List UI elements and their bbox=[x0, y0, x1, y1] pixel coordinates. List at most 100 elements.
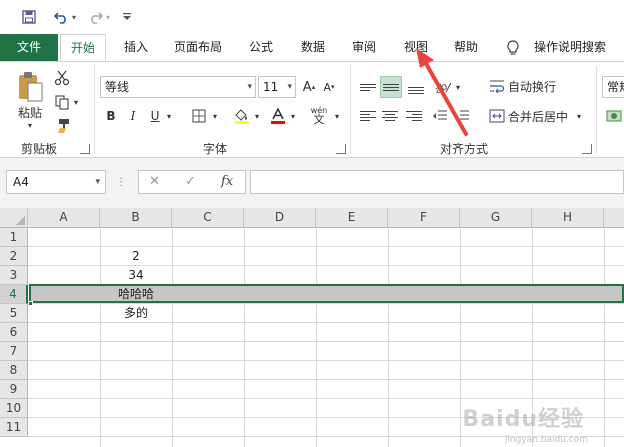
tab-view[interactable]: 视图 bbox=[395, 34, 437, 62]
wrap-text-button[interactable]: 自动换行 bbox=[508, 76, 560, 96]
align-bottom-icon[interactable] bbox=[406, 76, 426, 98]
row-header-8[interactable]: 8 bbox=[0, 361, 28, 380]
undo-dropdown-icon[interactable]: ▾ bbox=[70, 8, 78, 26]
save-icon[interactable] bbox=[20, 8, 38, 26]
borders-dropdown-icon[interactable]: ▾ bbox=[210, 107, 220, 125]
clipboard-launcher-icon[interactable] bbox=[80, 144, 90, 154]
italic-button[interactable]: I bbox=[124, 107, 142, 125]
formula-buttons: ✕ ✓ fx bbox=[138, 170, 246, 194]
tab-data[interactable]: 数据 bbox=[292, 34, 334, 62]
fill-color-icon[interactable] bbox=[232, 106, 252, 126]
paste-dropdown-icon[interactable]: ▾ bbox=[24, 120, 36, 130]
column-header-partial[interactable] bbox=[604, 208, 624, 228]
format-painter-icon[interactable] bbox=[52, 116, 72, 136]
tell-me-search[interactable]: 操作说明搜索 bbox=[528, 34, 612, 62]
column-header-e[interactable]: E bbox=[316, 208, 388, 228]
gridline bbox=[460, 228, 461, 447]
formula-input[interactable] bbox=[250, 170, 624, 194]
phonetic-dropdown-icon[interactable]: ▾ bbox=[332, 107, 342, 125]
merge-center-icon[interactable] bbox=[488, 106, 506, 126]
tab-file[interactable]: 文件 bbox=[0, 34, 58, 62]
tab-review[interactable]: 审阅 bbox=[343, 34, 385, 62]
redo-icon[interactable] bbox=[86, 8, 104, 26]
select-all-corner[interactable] bbox=[0, 208, 28, 228]
cell-b2[interactable]: 2 bbox=[100, 247, 172, 266]
orientation-dropdown-icon[interactable]: ▾ bbox=[454, 80, 462, 94]
column-header-a[interactable]: A bbox=[28, 208, 100, 228]
name-box[interactable]: A4 ▾ bbox=[6, 170, 106, 194]
row-header-9[interactable]: 9 bbox=[0, 380, 28, 399]
row-header-1[interactable]: 1 bbox=[0, 228, 28, 247]
underline-button[interactable]: U bbox=[146, 107, 164, 125]
group-separator bbox=[94, 66, 95, 154]
tab-home[interactable]: 开始 bbox=[60, 34, 106, 63]
group-separator bbox=[596, 66, 597, 154]
column-header-h[interactable]: H bbox=[532, 208, 604, 228]
merge-center-button[interactable]: 合并后居中 bbox=[508, 106, 572, 126]
cell-b5[interactable]: 多的 bbox=[100, 304, 172, 323]
copy-icon[interactable] bbox=[52, 92, 72, 112]
tab-page-layout[interactable]: 页面布局 bbox=[168, 34, 228, 62]
align-middle-icon[interactable] bbox=[380, 76, 402, 98]
lightbulb-icon[interactable] bbox=[504, 34, 522, 62]
bold-button[interactable]: B bbox=[102, 107, 120, 125]
font-launcher-icon[interactable] bbox=[336, 144, 346, 154]
paste-icon[interactable] bbox=[14, 70, 46, 104]
alignment-launcher-icon[interactable] bbox=[582, 144, 592, 154]
enter-icon[interactable]: ✓ bbox=[185, 174, 196, 189]
row-header-5[interactable]: 5 bbox=[0, 304, 28, 323]
row-header-11[interactable]: 11 bbox=[0, 418, 28, 437]
fill-color-dropdown-icon[interactable]: ▾ bbox=[252, 107, 262, 125]
align-top-icon[interactable] bbox=[358, 76, 378, 98]
font-size-combo[interactable]: 11 ▾ bbox=[258, 76, 296, 98]
tab-help[interactable]: 帮助 bbox=[445, 34, 487, 62]
increase-font-icon[interactable]: A ▴ bbox=[300, 78, 318, 96]
wrap-text-icon[interactable] bbox=[488, 76, 506, 96]
phonetic-guide-icon[interactable]: wén 文 bbox=[306, 104, 332, 126]
customize-toolbar-icon[interactable] bbox=[122, 8, 132, 26]
row-header-7[interactable]: 7 bbox=[0, 342, 28, 361]
row-header-4[interactable]: 4 bbox=[0, 285, 28, 304]
more-options-icon[interactable]: ⋮ bbox=[116, 174, 126, 190]
copy-dropdown-icon[interactable]: ▾ bbox=[72, 96, 80, 108]
paste-button[interactable]: 粘贴 bbox=[12, 104, 48, 120]
cut-icon[interactable] bbox=[52, 68, 72, 88]
increase-indent-icon[interactable] bbox=[452, 106, 472, 126]
align-center-icon[interactable] bbox=[380, 106, 400, 126]
font-name-dropdown-icon[interactable]: ▾ bbox=[247, 77, 252, 97]
accounting-format-icon[interactable] bbox=[604, 106, 624, 126]
row-header-6[interactable]: 6 bbox=[0, 323, 28, 342]
decrease-font-icon[interactable]: A ▾ bbox=[320, 78, 338, 96]
row-header-2[interactable]: 2 bbox=[0, 247, 28, 266]
font-size-dropdown-icon[interactable]: ▾ bbox=[287, 77, 292, 97]
borders-icon[interactable] bbox=[190, 107, 208, 125]
orientation-icon[interactable]: ab bbox=[432, 76, 454, 98]
font-color-dropdown-icon[interactable]: ▾ bbox=[288, 107, 298, 125]
decrease-indent-icon[interactable] bbox=[430, 106, 450, 126]
name-box-dropdown-icon[interactable]: ▾ bbox=[95, 171, 100, 193]
insert-function-button[interactable]: fx bbox=[221, 174, 233, 189]
cell-b3[interactable]: 34 bbox=[100, 266, 172, 285]
row-header-10[interactable]: 10 bbox=[0, 399, 28, 418]
fill-handle[interactable] bbox=[28, 301, 33, 306]
align-right-icon[interactable] bbox=[404, 106, 424, 126]
merge-center-dropdown-icon[interactable]: ▾ bbox=[574, 106, 584, 126]
cancel-icon[interactable]: ✕ bbox=[149, 174, 160, 189]
align-left-icon[interactable] bbox=[358, 106, 378, 126]
column-header-f[interactable]: F bbox=[388, 208, 460, 228]
underline-dropdown-icon[interactable]: ▾ bbox=[164, 107, 174, 125]
undo-icon[interactable] bbox=[52, 8, 70, 26]
tab-insert[interactable]: 插入 bbox=[115, 34, 157, 62]
redo-dropdown-icon[interactable]: ▾ bbox=[104, 8, 112, 26]
number-format-combo[interactable]: 常规 bbox=[602, 76, 624, 98]
column-header-g[interactable]: G bbox=[460, 208, 532, 228]
column-header-d[interactable]: D bbox=[244, 208, 316, 228]
group-separator bbox=[350, 66, 351, 154]
font-color-icon[interactable] bbox=[268, 106, 288, 126]
column-header-b[interactable]: B bbox=[100, 208, 172, 228]
tab-formulas[interactable]: 公式 bbox=[240, 34, 282, 62]
cell-b4[interactable]: 哈哈哈 bbox=[100, 285, 172, 304]
font-name-combo[interactable]: 等线 ▾ bbox=[100, 76, 256, 98]
row-header-3[interactable]: 3 bbox=[0, 266, 28, 285]
column-header-c[interactable]: C bbox=[172, 208, 244, 228]
